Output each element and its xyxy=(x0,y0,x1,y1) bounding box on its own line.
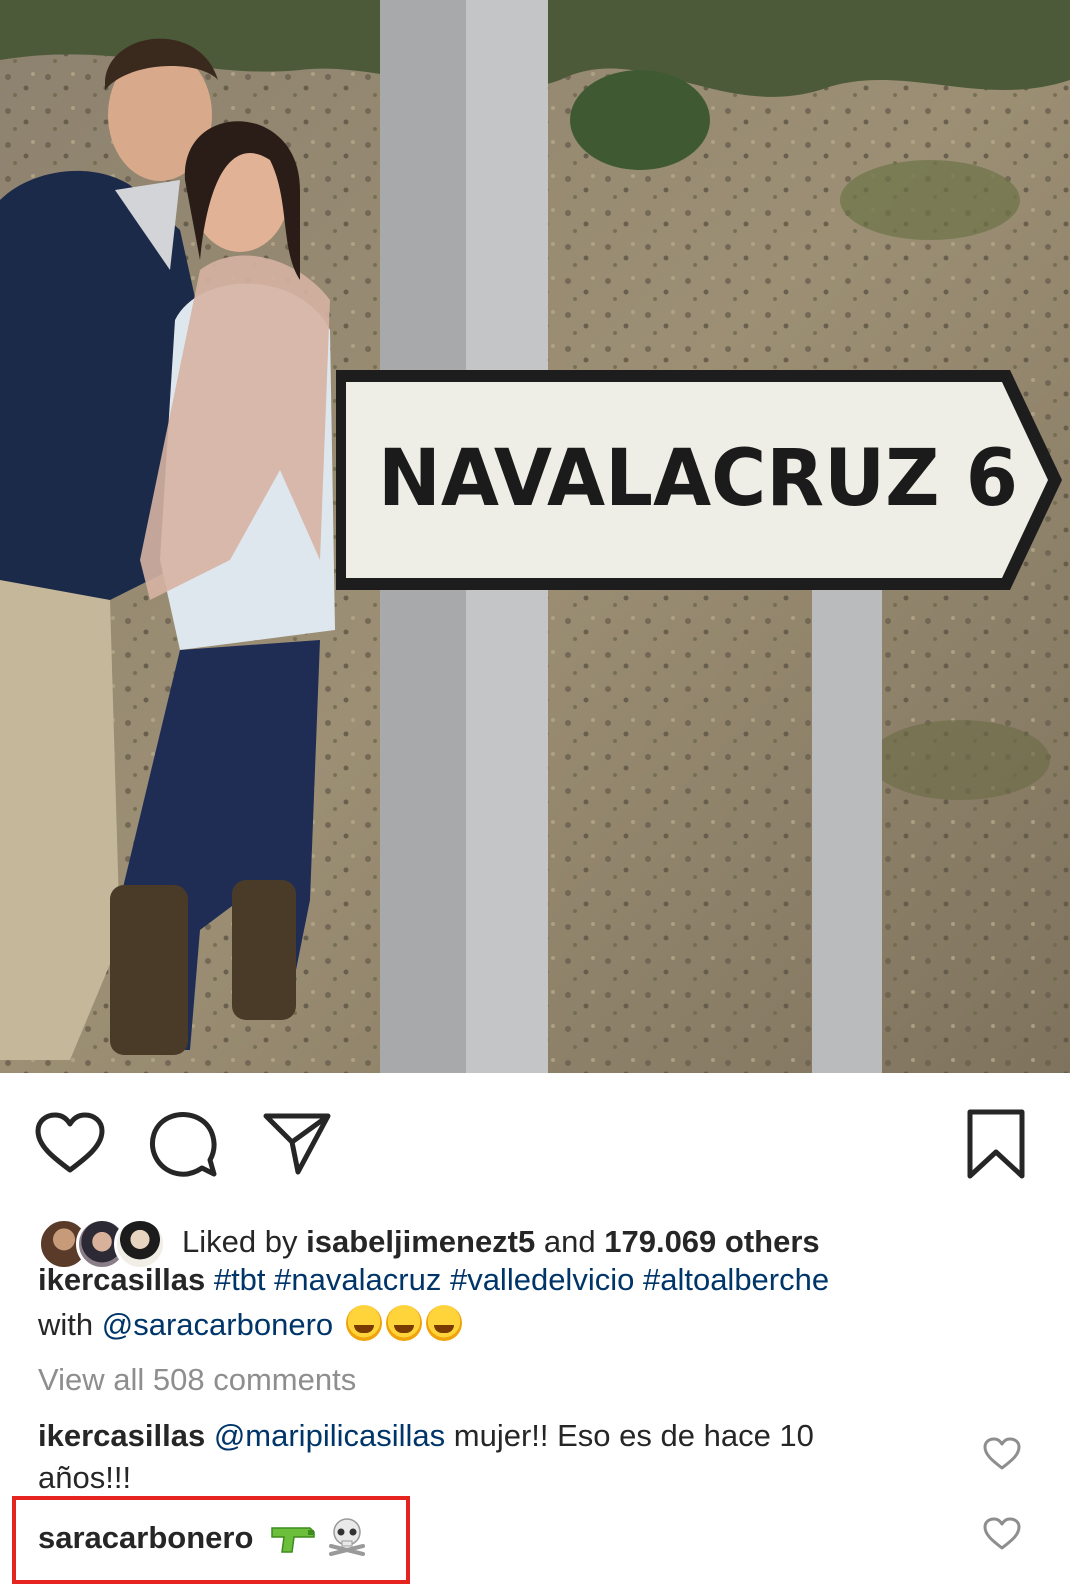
hashtag-link[interactable]: #valledelvicio xyxy=(450,1262,634,1297)
caption-with: with xyxy=(38,1307,94,1342)
post-photo[interactable]: NAVALACRUZ 6 xyxy=(0,0,1070,1073)
comment-username[interactable]: saracarbonero xyxy=(38,1520,253,1555)
rolling-laughing-emoji xyxy=(345,1305,382,1341)
hashtag-link[interactable]: #navalacruz xyxy=(274,1262,441,1297)
comment-line: años!!! xyxy=(38,1460,131,1496)
mention-link[interactable]: @saracarbonero xyxy=(102,1307,333,1342)
hashtag-link[interactable]: #altoalberche xyxy=(643,1262,829,1297)
liker-username[interactable]: isabeljimenezt5 xyxy=(306,1224,535,1259)
view-all-comments-link[interactable]: View all 508 comments xyxy=(38,1362,356,1398)
sign-text: NAVALACRUZ 6 xyxy=(378,434,1018,524)
liked-by-prefix: Liked by xyxy=(182,1224,298,1259)
comment-icon[interactable] xyxy=(148,1110,220,1180)
hashtag-link[interactable]: #tbt xyxy=(214,1262,266,1297)
comment-heart-icon[interactable] xyxy=(982,1516,1022,1552)
comment-heart-icon[interactable] xyxy=(982,1436,1022,1472)
comment-username[interactable]: ikercasillas xyxy=(38,1418,205,1453)
liked-by-text: Liked by isabeljimenezt5 and 179.069 oth… xyxy=(182,1224,820,1260)
bookmark-icon[interactable] xyxy=(966,1108,1026,1180)
heart-icon[interactable] xyxy=(34,1112,106,1176)
liked-by-and: and xyxy=(543,1224,596,1259)
comment-line: ikercasillas @maripilicasillas mujer!! E… xyxy=(38,1418,814,1454)
caption-line: with @saracarbonero xyxy=(38,1305,462,1343)
mention-link[interactable]: @maripilicasillas xyxy=(214,1418,445,1453)
liker-avatars[interactable] xyxy=(38,1216,178,1270)
share-icon[interactable] xyxy=(262,1110,334,1178)
comment-line: saracarbonero xyxy=(38,1516,367,1556)
comment-text: años!!! xyxy=(38,1460,132,1495)
water-pistol-emoji xyxy=(271,1527,315,1553)
comment-text: mujer!! Eso es de hace 10 xyxy=(453,1418,814,1453)
likes-count[interactable]: 179.069 others xyxy=(604,1224,819,1259)
caption-line: ikercasillas #tbt #navalacruz #valledelv… xyxy=(38,1262,829,1298)
caption-username[interactable]: ikercasillas xyxy=(38,1262,205,1297)
tears-of-joy-emoji xyxy=(385,1305,422,1341)
sweat-smile-emoji xyxy=(425,1305,462,1341)
skull-and-crossbones-emoji xyxy=(328,1518,365,1556)
